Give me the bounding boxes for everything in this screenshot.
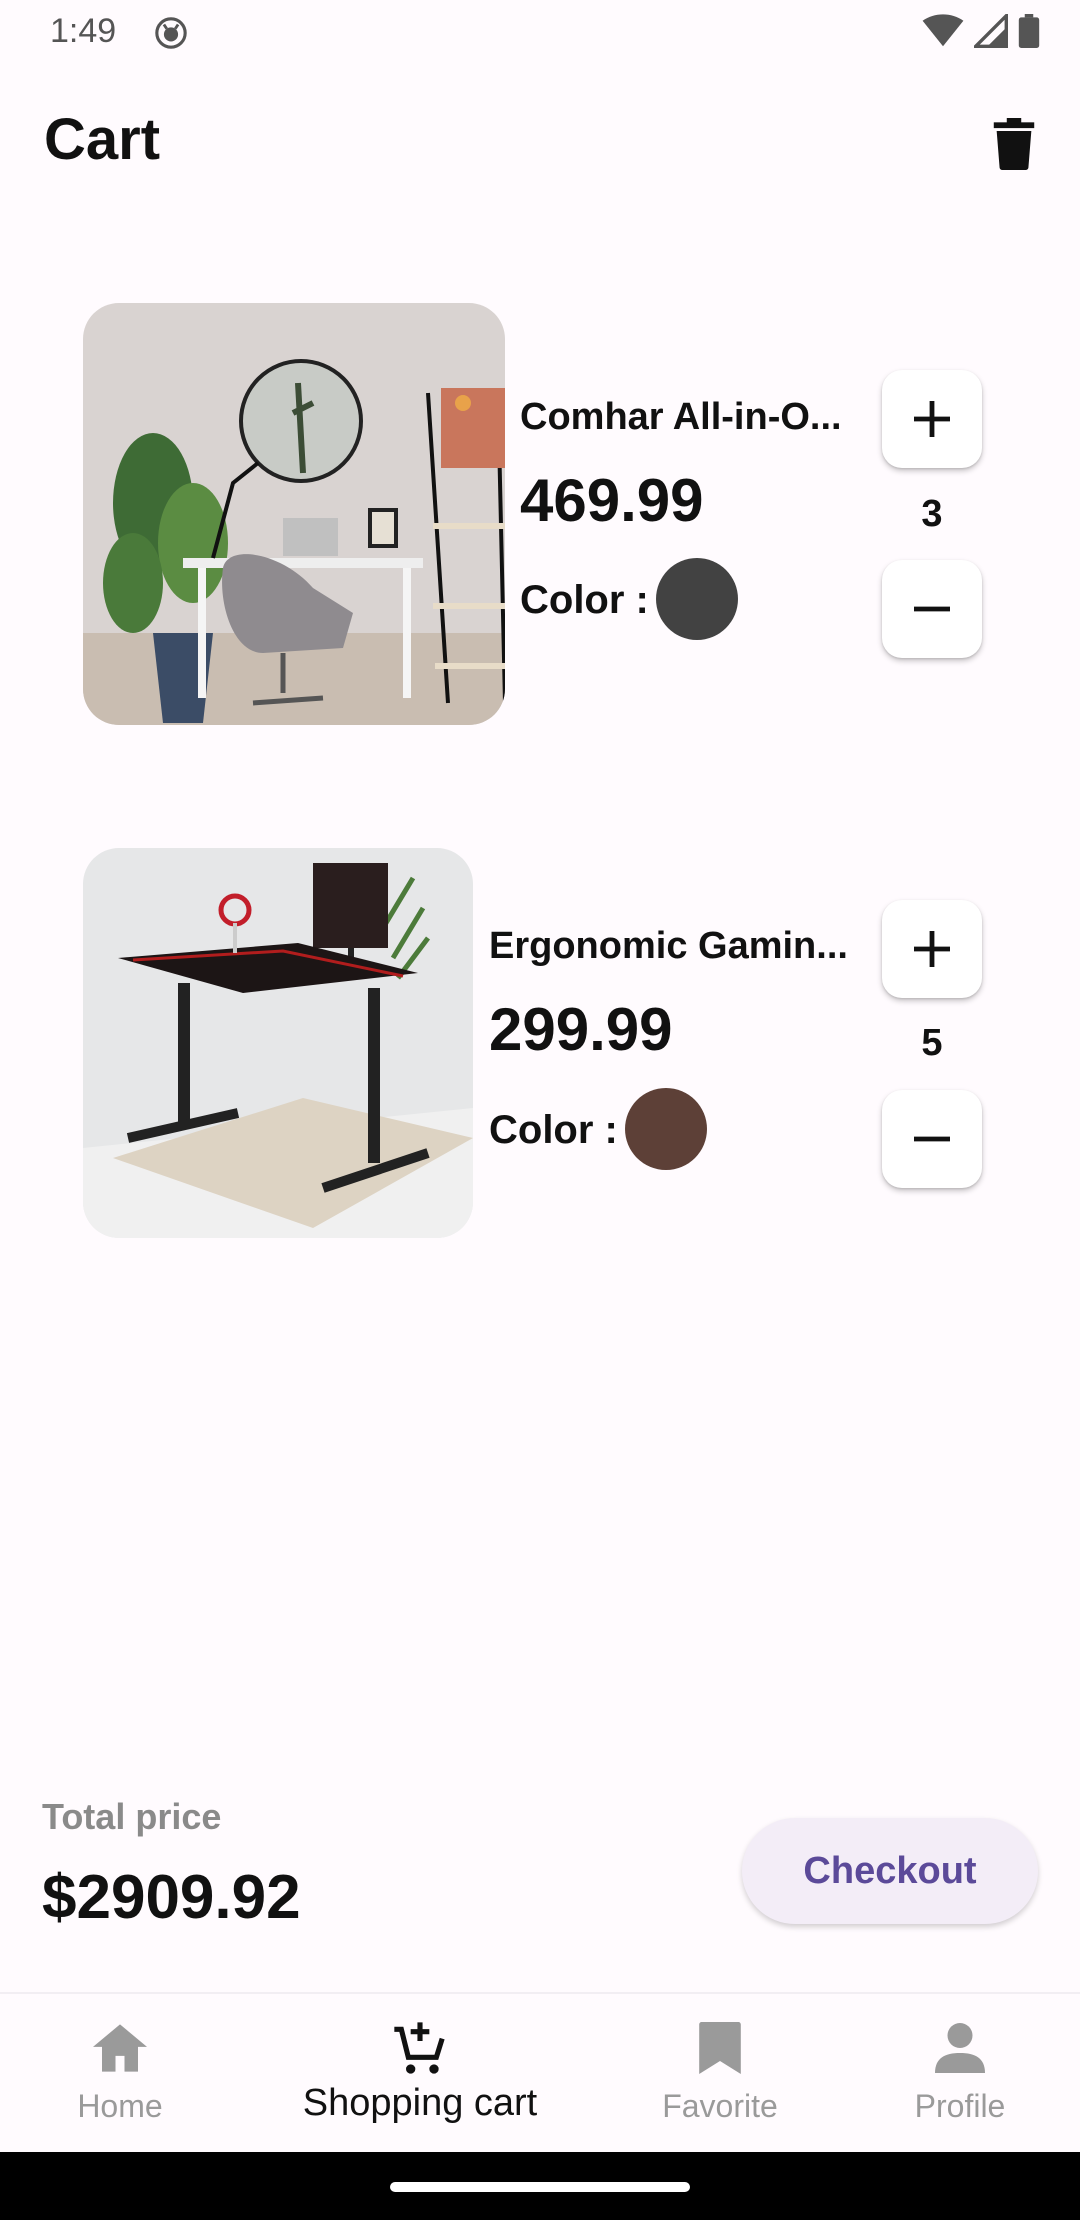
cart-add-icon: [394, 2022, 445, 2074]
nav-label: Favorite: [662, 2088, 778, 2124]
minus-icon: [914, 606, 950, 612]
product-name: Comhar All-in-O...: [520, 396, 842, 438]
color-swatch: [625, 1088, 707, 1170]
system-navigation-bar: [0, 2152, 1080, 2220]
product-price: 299.99: [489, 996, 673, 1063]
nav-label: Profile: [914, 2088, 1006, 2124]
color-label: Color :: [489, 1108, 618, 1152]
signal-icon: [974, 14, 1008, 48]
product-image[interactable]: [83, 848, 473, 1238]
product-image[interactable]: [83, 303, 505, 725]
clear-cart-button[interactable]: [984, 112, 1044, 176]
person-icon: [935, 2023, 985, 2073]
plus-icon: [914, 931, 950, 967]
total-price-label: Total price: [42, 1796, 222, 1837]
nav-label: Shopping cart: [302, 2082, 538, 2124]
increase-quantity-button[interactable]: [882, 370, 982, 468]
checkout-button[interactable]: Checkout: [742, 1818, 1038, 1924]
bookmark-icon: [699, 2022, 741, 2074]
status-time: 1:49: [50, 12, 117, 50]
plus-icon: [914, 401, 950, 437]
minus-icon: [914, 1136, 950, 1142]
decrease-quantity-button[interactable]: [882, 560, 982, 658]
quantity-value: 5: [921, 1022, 943, 1064]
nav-item-profile[interactable]: Profile: [880, 1994, 1040, 2154]
nav-item-home[interactable]: Home: [40, 1994, 200, 2154]
increase-quantity-button[interactable]: [882, 900, 982, 998]
status-icons: [922, 14, 1040, 48]
product-price: 469.99: [520, 467, 704, 534]
page-title: Cart: [44, 107, 161, 172]
app-notification-icon: [155, 17, 187, 49]
trash-icon: [993, 118, 1035, 170]
battery-icon: [1018, 14, 1040, 48]
color-swatch: [656, 558, 738, 640]
home-icon: [93, 2024, 147, 2072]
decrease-quantity-button[interactable]: [882, 1090, 982, 1188]
product-name: Ergonomic Gamin...: [489, 925, 848, 967]
bottom-navigation: Home Shopping cart Favorite Profile: [0, 1992, 1080, 2154]
wifi-icon: [922, 14, 964, 47]
quantity-value: 3: [921, 493, 943, 535]
nav-item-shopping-cart[interactable]: Shopping cart: [290, 1994, 550, 2154]
total-price-value: $2909.92: [42, 1863, 301, 1932]
color-label: Color :: [520, 578, 649, 622]
status-bar: 1:49: [0, 0, 1080, 64]
home-gesture-handle[interactable]: [390, 2182, 690, 2192]
nav-label: Home: [77, 2088, 163, 2124]
nav-item-favorite[interactable]: Favorite: [640, 1994, 800, 2154]
